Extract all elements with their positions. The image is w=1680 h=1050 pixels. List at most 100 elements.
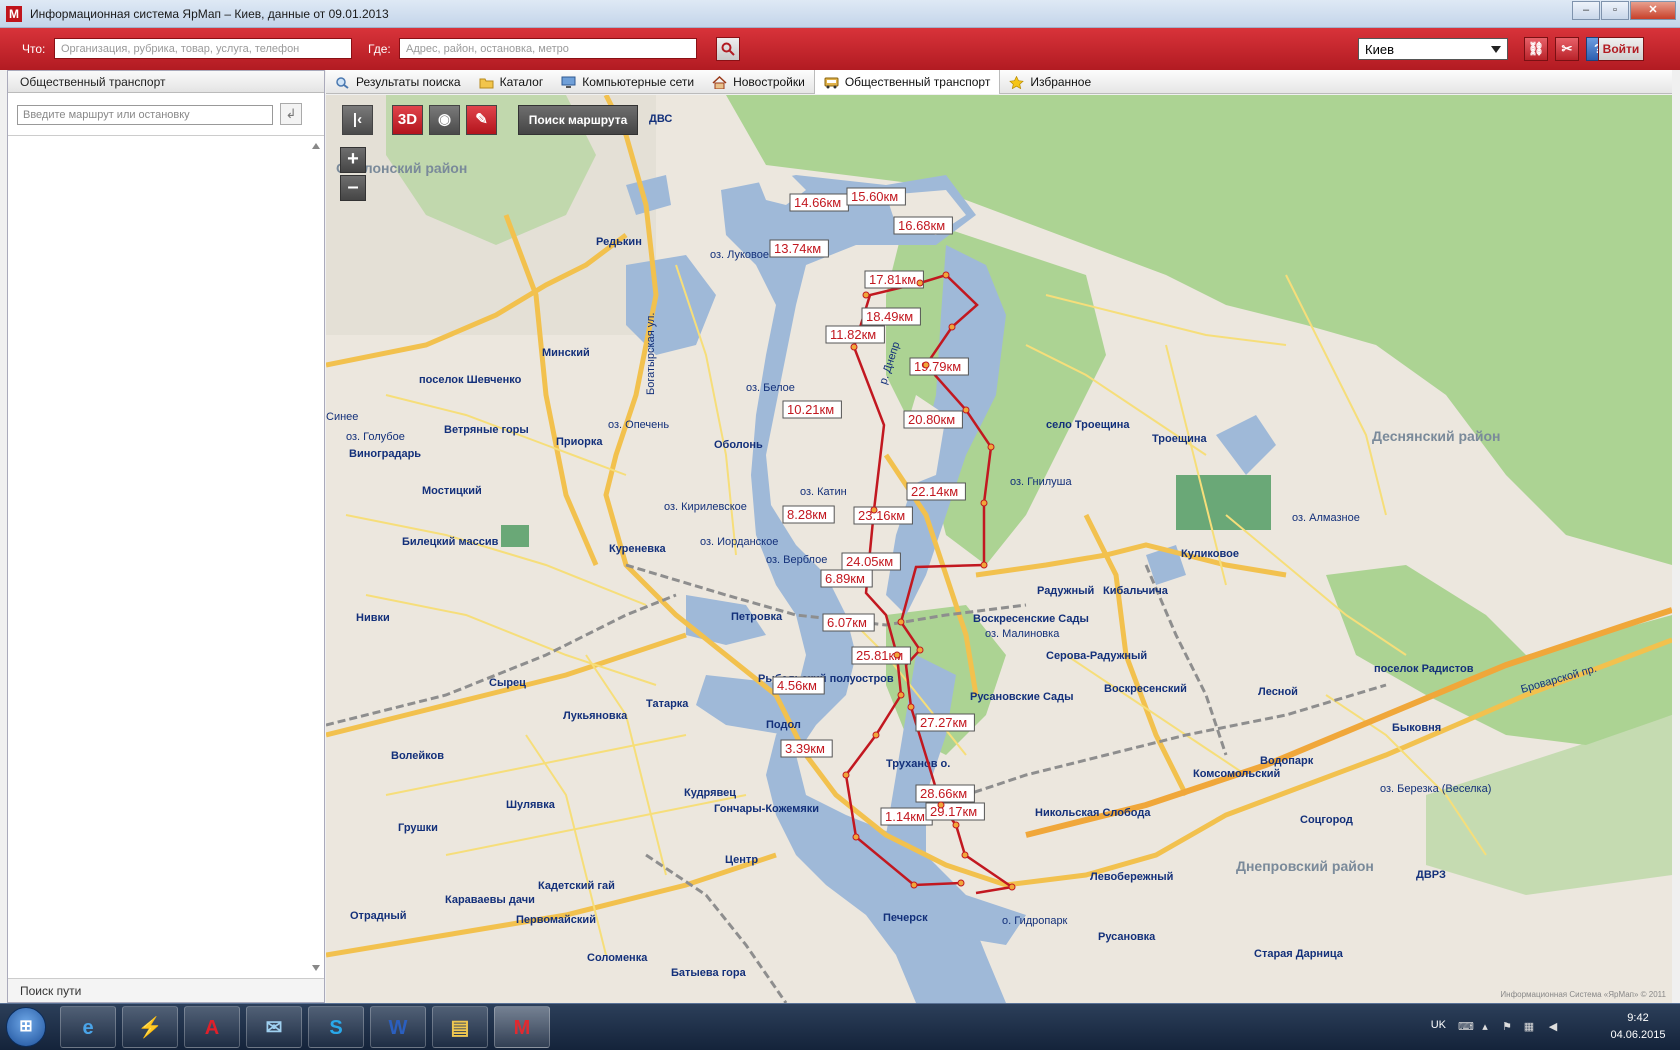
place-label: Радужный <box>1037 585 1094 597</box>
route-distance-label: 6.07км <box>822 613 875 632</box>
route-stop-marker <box>842 771 850 779</box>
skype-icon[interactable]: S <box>308 1006 364 1048</box>
acrobat-icon[interactable]: A <box>184 1006 240 1048</box>
mail-icon[interactable]: ✉ <box>246 1006 302 1048</box>
word-icon[interactable]: W <box>370 1006 426 1048</box>
place-label: Кадетский гай <box>538 880 615 892</box>
route-stop-marker <box>961 851 969 859</box>
volume-icon[interactable]: ◀ <box>1546 1020 1560 1034</box>
path-search-tab[interactable]: Поиск пути <box>8 978 324 1002</box>
tab-new-buildings[interactable]: Новостройки <box>703 70 814 94</box>
house-icon <box>712 75 727 89</box>
route-stop-marker <box>897 618 905 626</box>
map-canvas[interactable]: Оболонский район Деснянский район Днепро… <box>326 95 1672 1003</box>
clock[interactable]: 9:42 04.06.2015 <box>1608 1010 1668 1044</box>
place-label: Ветряные горы <box>444 424 529 436</box>
city-select[interactable]: Киев <box>1358 38 1508 60</box>
place-label: село Троещина <box>1046 419 1130 431</box>
scroll-up-icon[interactable] <box>312 143 320 149</box>
tab-public-transport[interactable]: Общественный транспорт <box>813 70 1001 94</box>
winamp-icon[interactable]: ⚡ <box>122 1006 178 1048</box>
place-label: Старая Дарница <box>1254 948 1344 960</box>
link-icon: ⛓ <box>1527 41 1545 56</box>
place-label: Волейков <box>391 750 444 762</box>
route-distance-label: 16.68км <box>893 216 953 235</box>
route-stop-marker <box>897 691 905 699</box>
scroll-down-icon[interactable] <box>312 965 320 971</box>
route-distance-label: 6.89км <box>820 569 873 588</box>
search-button[interactable] <box>716 37 740 61</box>
explorer-folder-icon[interactable]: ▤ <box>432 1006 488 1048</box>
place-label: Татарка <box>646 698 689 710</box>
back-button[interactable]: |‹ <box>342 105 373 135</box>
windows-orb-icon[interactable]: ⊞ <box>6 1007 46 1047</box>
route-label-text: 28.66км <box>920 786 967 801</box>
network-icon[interactable]: ▦ <box>1522 1020 1536 1034</box>
route-label-text: 3.39км <box>785 741 825 756</box>
route-label-text: 18.49км <box>866 309 913 324</box>
search-bar: Что: Где: Киев ⛓ ✂ ? Войти <box>0 28 1680 70</box>
link-button[interactable]: ⛓ <box>1524 37 1548 61</box>
enter-button[interactable]: ↲ <box>280 103 302 125</box>
yarmap-logo-icon: М <box>6 6 22 22</box>
system-tray: UK ⌨ ▴ ⚑ ▦ ◀ 9:42 04.06.2015 <box>1412 1008 1672 1048</box>
tab-computer-networks[interactable]: Компьютерные сети <box>552 70 703 94</box>
maximize-button[interactable]: ▫ <box>1601 1 1629 20</box>
flag-icon[interactable]: ⚑ <box>1500 1020 1514 1034</box>
place-label: Комсомольский <box>1193 768 1280 780</box>
route-distance-label: 11.82км <box>825 325 885 344</box>
tab-label: Избранное <box>1030 75 1092 89</box>
lake-label: оз. Катин <box>800 486 847 498</box>
panel-scrollbar[interactable] <box>310 139 322 975</box>
route-stop-input[interactable] <box>17 105 273 125</box>
tab-favorites[interactable]: Избранное <box>1000 70 1100 94</box>
place-label: Караваевы дачи <box>445 894 535 906</box>
route-search-button[interactable]: Поиск маршрута <box>518 105 638 135</box>
place-label: Грушки <box>398 822 438 834</box>
clock-date: 04.06.2015 <box>1610 1029 1666 1041</box>
dropdown-arrow-icon <box>1491 46 1501 53</box>
chevron-up-icon[interactable]: ▴ <box>1478 1020 1492 1034</box>
login-button[interactable]: Войти <box>1598 37 1644 61</box>
3d-button[interactable]: 3D <box>392 105 423 135</box>
ruler-button[interactable]: ✎ <box>466 105 497 135</box>
lake-label: оз. Березка (Веселка) <box>1380 783 1491 795</box>
tab-catalog[interactable]: Каталог <box>470 70 553 94</box>
close-button[interactable]: ✕ <box>1630 1 1676 20</box>
language-indicator[interactable]: UK <box>1431 1019 1446 1031</box>
lake-label: оз. Верблое <box>766 554 827 566</box>
internet-explorer-icon[interactable]: e <box>60 1006 116 1048</box>
star-icon <box>1009 75 1025 89</box>
route-stop-marker <box>962 406 970 414</box>
map-view[interactable]: Оболонский район Деснянский район Днепро… <box>326 95 1672 1003</box>
route-stop-marker <box>893 651 901 659</box>
window-controls: – ▫ ✕ <box>1572 1 1676 20</box>
locate-button[interactable]: ◉ <box>429 105 460 135</box>
lake-label: оз. Кирилевское <box>664 501 747 513</box>
place-label: Быковня <box>1392 722 1441 734</box>
where-search-input[interactable] <box>399 38 697 59</box>
place-label: Соломенка <box>587 952 648 964</box>
collapse-left-icon: |‹ <box>352 111 363 128</box>
search-results-icon <box>336 76 349 89</box>
route-distance-label: 22.14км <box>906 482 966 501</box>
route-stop-marker <box>922 361 930 369</box>
place-label: Первомайский <box>516 914 596 926</box>
route-distance-label: 3.39км <box>780 739 833 758</box>
map-copyright: Информационная Система «ЯрМап» © 2011 <box>1500 990 1666 999</box>
yarmap-taskbar-icon[interactable]: M <box>494 1006 550 1048</box>
target-icon: ◉ <box>437 111 452 128</box>
minimize-button[interactable]: – <box>1572 1 1600 20</box>
route-label-text: 10.21км <box>787 402 834 417</box>
tools-button[interactable]: ✂ <box>1555 37 1579 61</box>
place-label: Отрадный <box>350 910 407 922</box>
zoom-in-button[interactable]: + <box>340 147 366 173</box>
keyboard-icon[interactable]: ⌨ <box>1458 1020 1474 1034</box>
place-label: Центр <box>725 854 758 866</box>
zoom-out-button[interactable]: – <box>340 175 366 201</box>
route-stop-marker <box>942 271 950 279</box>
place-label: Редькин <box>596 236 642 248</box>
tab-search-results[interactable]: Результаты поиска <box>326 70 470 94</box>
route-stop-marker <box>980 499 988 507</box>
what-search-input[interactable] <box>54 38 352 59</box>
